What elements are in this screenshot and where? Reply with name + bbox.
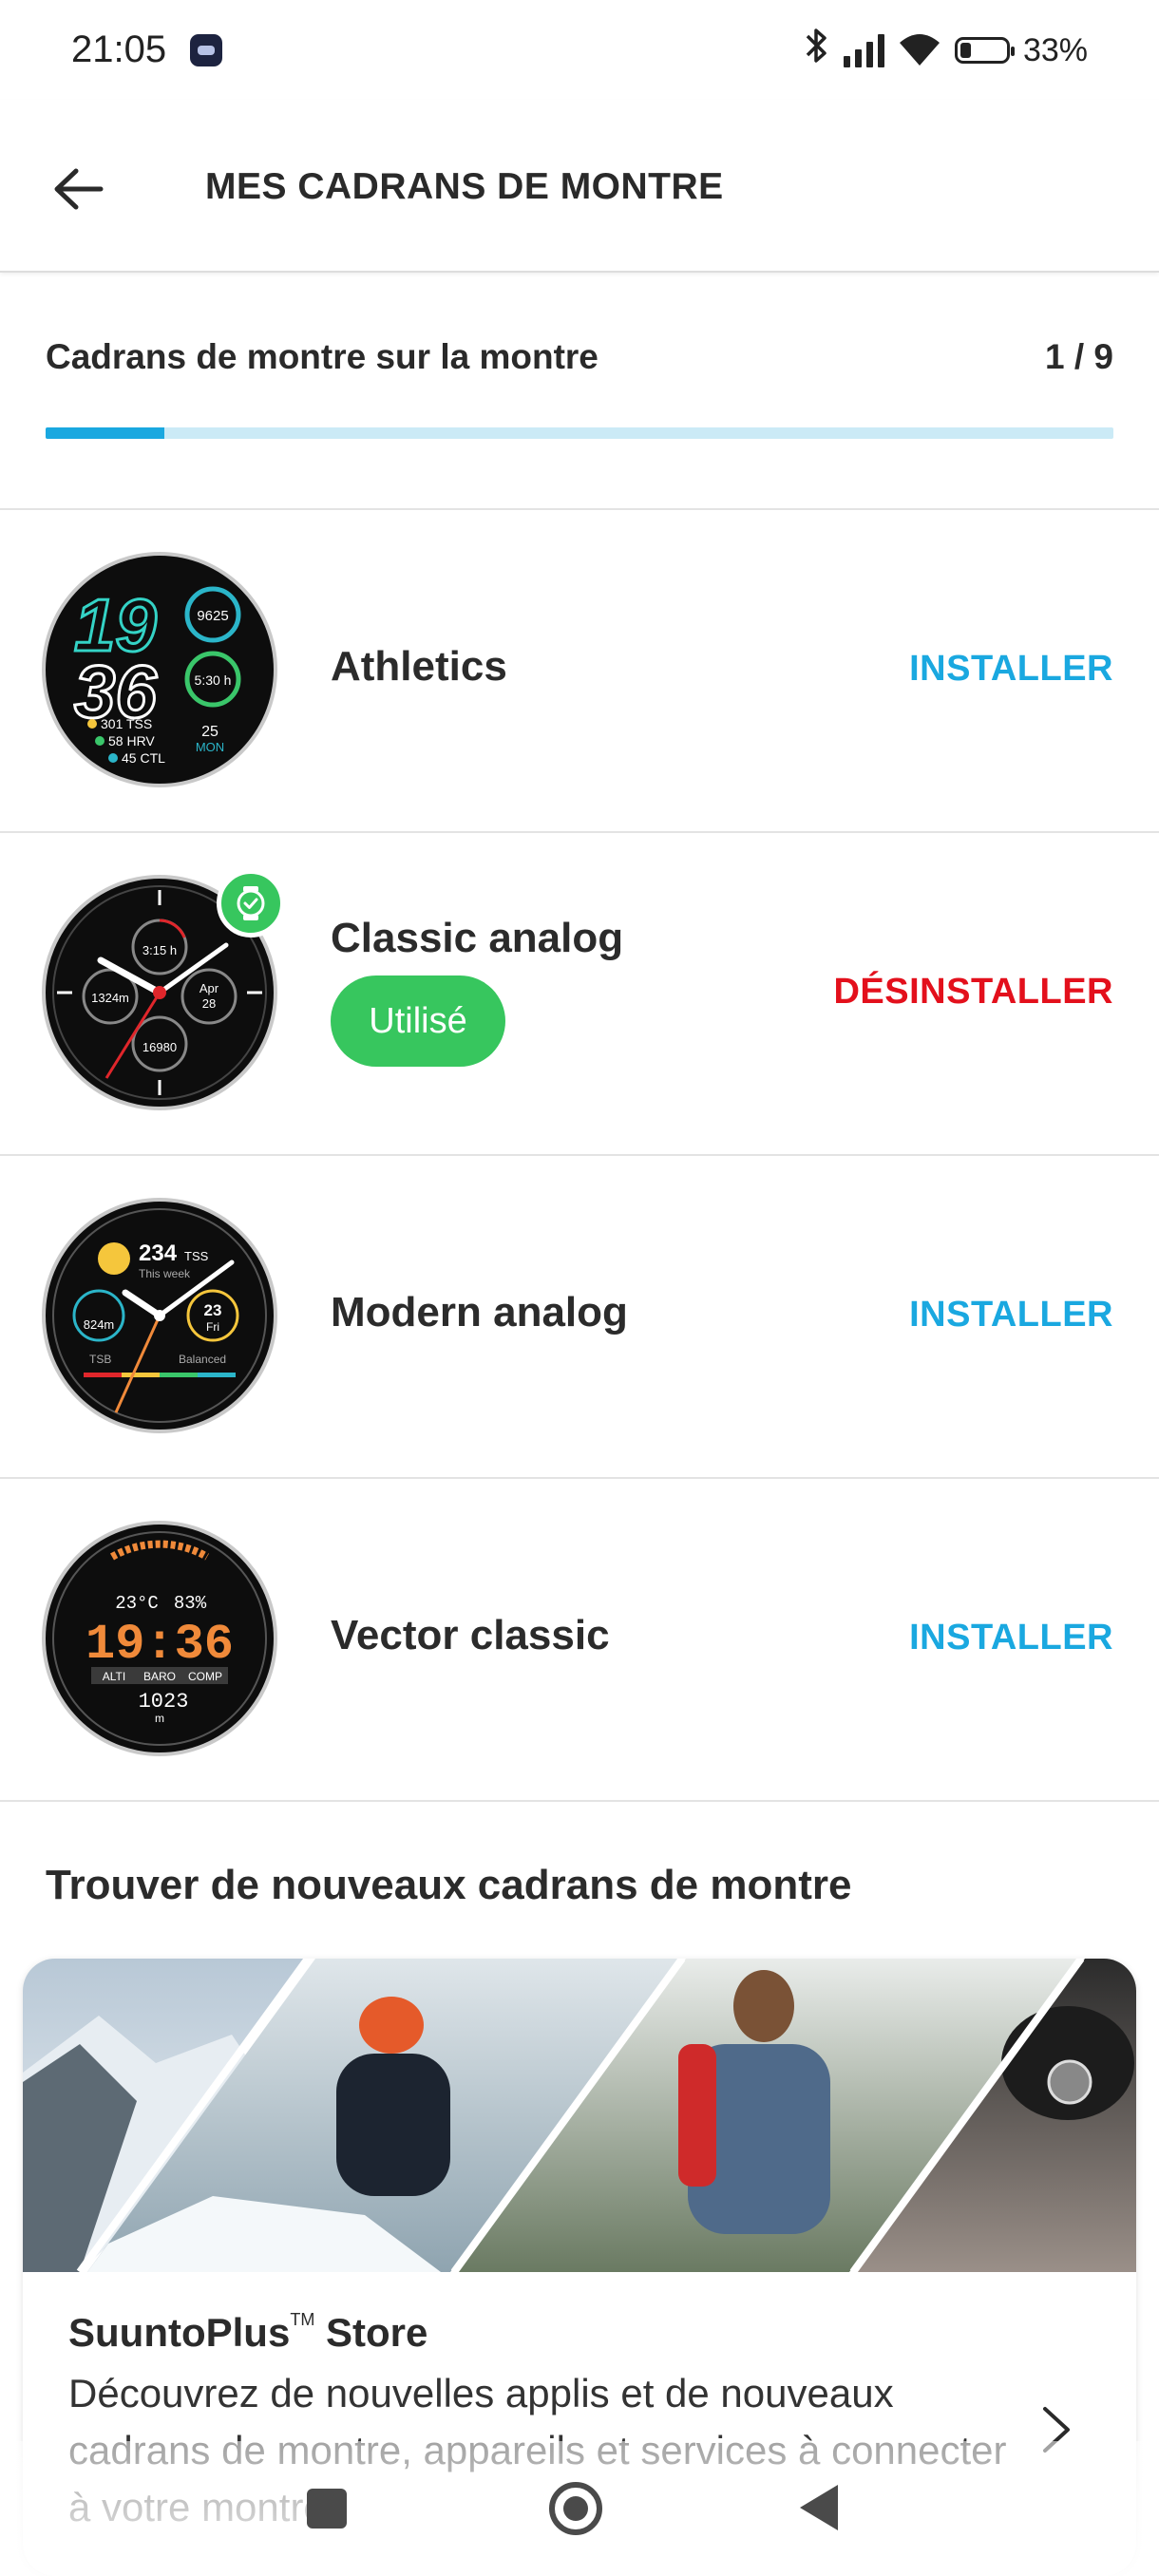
uninstall-button[interactable]: DÉSINSTALLER	[833, 972, 1113, 1013]
watch-face-name: Modern analog	[331, 1289, 628, 1335]
svg-text:9625: 9625	[197, 608, 228, 624]
svg-text:16980: 16980	[142, 1040, 177, 1054]
svg-text:5:30 h: 5:30 h	[195, 672, 232, 688]
notification-app-icon	[190, 34, 222, 66]
install-button[interactable]: INSTALLER	[909, 649, 1113, 690]
svg-text:BARO: BARO	[143, 1670, 176, 1683]
svg-text:83%: 83%	[174, 1593, 207, 1614]
battery-icon	[954, 37, 1015, 64]
watch-face-row-classic-analog[interactable]: 3:15 h 1324m Apr 28 16980 Classic analog…	[0, 833, 1159, 1156]
install-button[interactable]: INSTALLER	[909, 1295, 1113, 1335]
watch-face-row-modern-analog[interactable]: 234 TSS This week 824m 23 Fri TSB Balanc…	[0, 1156, 1159, 1479]
battery-percent: 33%	[1022, 31, 1088, 68]
svg-text:3:15 h: 3:15 h	[142, 943, 177, 957]
store-title-brand: SuuntoPlus	[68, 2310, 291, 2355]
svg-text:TSS: TSS	[184, 1249, 209, 1263]
svg-text:Balanced: Balanced	[179, 1353, 226, 1366]
arrow-back-icon	[54, 168, 104, 210]
watch-face-thumbnail: 23°C 83% 19:36 ALTI BARO COMP 1023 m	[46, 1525, 274, 1752]
svg-text:MON: MON	[196, 740, 224, 754]
svg-text:45 CTL: 45 CTL	[122, 750, 165, 766]
svg-text:ALTI: ALTI	[103, 1670, 125, 1683]
svg-text:m: m	[155, 1712, 164, 1725]
svg-text:824m: 824m	[84, 1317, 115, 1332]
svg-text:23°C: 23°C	[115, 1593, 159, 1614]
used-badge: Utilisé	[331, 975, 505, 1067]
find-section-title: Trouver de nouveaux cadrans de montre	[46, 1862, 852, 1908]
svg-text:COMP: COMP	[188, 1670, 222, 1683]
install-button[interactable]: INSTALLER	[909, 1618, 1113, 1658]
status-bar: 21:05 33%	[0, 0, 1159, 100]
svg-text:TSB: TSB	[89, 1353, 111, 1366]
watch-check-icon	[217, 869, 285, 938]
svg-text:58 HRV: 58 HRV	[108, 733, 155, 748]
watch-face-name: Classic analog	[331, 915, 624, 961]
svg-text:1324m: 1324m	[91, 991, 129, 1005]
progress-track	[46, 427, 1113, 439]
recents-square-icon[interactable]	[307, 2489, 347, 2529]
svg-text:This week: This week	[139, 1267, 191, 1280]
store-title-suffix: Store	[314, 2310, 428, 2355]
back-button[interactable]	[38, 149, 118, 229]
watch-face-row-athletics[interactable]: 19 36 9625 5:30 h 301 TSS 58 HRV 45 CTL …	[0, 510, 1159, 833]
svg-text:234: 234	[139, 1241, 178, 1266]
bluetooth-icon	[804, 26, 830, 75]
installed-count: 1 / 9	[1045, 337, 1113, 376]
home-circle-icon[interactable]	[549, 2482, 602, 2535]
svg-text:19:36: 19:36	[86, 1617, 234, 1673]
watch-face-thumbnail: 234 TSS This week 824m 23 Fri TSB Balanc…	[46, 1202, 274, 1430]
battery-fill	[960, 43, 972, 58]
system-nav-bar	[0, 2441, 1159, 2576]
cellular-signal-icon	[843, 33, 884, 67]
svg-text:28: 28	[202, 996, 216, 1011]
wifi-icon	[898, 31, 941, 69]
svg-text:Fri: Fri	[206, 1320, 219, 1334]
trademark-mark: TM	[290, 2310, 315, 2329]
app-bar: MES CADRANS DE MONTRE	[0, 100, 1159, 273]
svg-text:1023: 1023	[139, 1690, 189, 1714]
svg-text:23: 23	[204, 1301, 222, 1319]
page-title: MES CADRANS DE MONTRE	[205, 166, 724, 207]
progress-fill	[46, 427, 164, 439]
svg-text:301 TSS: 301 TSS	[101, 716, 152, 731]
watch-face-name: Athletics	[331, 643, 507, 690]
status-time: 21:05	[71, 28, 167, 70]
svg-text:25: 25	[201, 724, 218, 740]
watch-face-row-vector-classic[interactable]: 23°C 83% 19:36 ALTI BARO COMP 1023 m Vec…	[0, 1479, 1159, 1802]
svg-text:Apr: Apr	[200, 981, 219, 995]
watch-face-thumbnail: 19 36 9625 5:30 h 301 TSS 58 HRV 45 CTL …	[46, 556, 274, 784]
store-banner-image	[23, 1959, 1136, 2272]
watch-face-name: Vector classic	[331, 1612, 610, 1658]
installed-progress: Cadrans de montre sur la montre 1 / 9	[0, 271, 1159, 510]
store-title: SuuntoPlusTM Store	[68, 2310, 428, 2356]
back-triangle-icon[interactable]	[800, 2485, 838, 2530]
installed-label: Cadrans de montre sur la montre	[46, 337, 598, 376]
status-icons: 33%	[804, 27, 1088, 74]
